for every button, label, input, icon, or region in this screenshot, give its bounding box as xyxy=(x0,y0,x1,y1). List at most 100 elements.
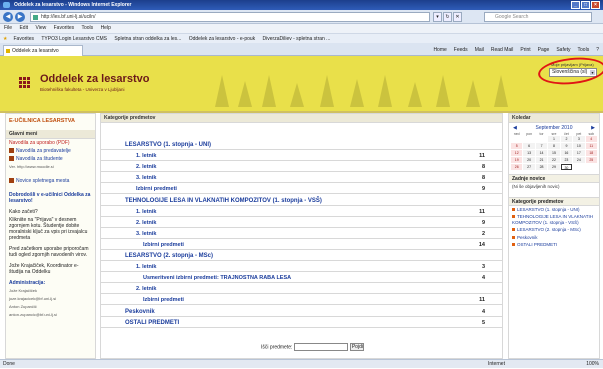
maximize-button[interactable]: □ xyxy=(581,1,590,9)
calendar-heading: Koledar xyxy=(509,114,599,123)
category-link[interactable]: 1. letnik xyxy=(136,151,156,161)
category-link[interactable]: 2. letnik xyxy=(136,162,156,172)
side-category-item[interactable]: TEHNOLOGIJE LESA IN VLAKNATIH KOMPOZITOV… xyxy=(509,213,599,226)
news-text: (Ni še objavljenih novic) xyxy=(512,184,560,189)
close-button[interactable]: × xyxy=(591,1,600,9)
side-category-item[interactable]: LESARSTVO (1. stopnja - UNI) xyxy=(509,206,599,214)
safety-button[interactable]: Safety xyxy=(556,45,570,55)
calendar-day[interactable]: 15 xyxy=(548,150,560,156)
category-link[interactable]: LESARSTVO (1. stopnja - UNI) xyxy=(125,140,211,150)
favorites-button[interactable]: Favorites xyxy=(13,36,34,42)
calendar-day[interactable]: 24 xyxy=(573,157,585,163)
favorite-link[interactable]: TYPO3 Login Lesarstvo CMS xyxy=(41,36,107,42)
teachers-link[interactable]: Navodila za predavatelje xyxy=(16,148,71,154)
calendar-day[interactable]: 9 xyxy=(560,143,573,149)
news-link[interactable]: Novice spletnega mesta xyxy=(16,178,69,184)
calendar-day[interactable]: 3 xyxy=(573,136,585,142)
calendar-day[interactable]: 22 xyxy=(548,157,560,163)
calendar-day[interactable]: 1 xyxy=(548,136,560,142)
calendar-day[interactable]: 27 xyxy=(523,164,535,170)
calendar-day[interactable]: 20 xyxy=(523,157,535,163)
refresh-icon[interactable]: ↻ xyxy=(443,12,452,22)
favorite-link[interactable]: Spletna stran oddelka za les... xyxy=(114,36,181,42)
category-row: LESARSTVO (1. stopnja - UNI) xyxy=(101,140,502,150)
category-link[interactable]: Peskovnik xyxy=(125,307,155,317)
menu-favorites[interactable]: Favorites xyxy=(54,25,75,31)
manual-link[interactable]: Navodila za uporabo (PDF) xyxy=(6,139,95,147)
calendar-day[interactable]: 10 xyxy=(573,143,585,149)
category-link[interactable]: Izbirni predmeti xyxy=(136,184,177,194)
category-link[interactable]: Izbirni predmeti xyxy=(143,240,184,250)
category-link[interactable]: OSTALI PREDMETI xyxy=(125,318,179,328)
calendar-day xyxy=(523,136,534,142)
prev-month-icon[interactable]: ◀ xyxy=(513,125,517,132)
mail-button[interactable]: Mail xyxy=(475,45,484,55)
forward-icon[interactable]: ▶ xyxy=(15,12,25,22)
menu-edit[interactable]: Edit xyxy=(19,25,28,31)
category-link[interactable]: TEHNOLOGIJE LESA IN VLAKNATIH KOMPOZITOV… xyxy=(125,196,322,206)
dropdown-icon[interactable]: ▾ xyxy=(433,12,442,22)
stop-icon[interactable]: ✕ xyxy=(453,12,462,22)
menu-file[interactable]: File xyxy=(4,25,12,31)
category-link[interactable]: 3. letnik xyxy=(136,173,156,183)
menu-view[interactable]: View xyxy=(35,25,46,31)
next-month-icon[interactable]: ▶ xyxy=(591,125,595,132)
help-button[interactable]: ? xyxy=(596,45,599,55)
calendar-day[interactable]: 16 xyxy=(560,150,573,156)
print-button[interactable]: Print xyxy=(520,45,530,55)
favorite-link[interactable]: Oddelek za lesarstvo - e-pouk xyxy=(189,36,255,42)
admin-email[interactable]: anton.zupancic@bf.uni-lj.si xyxy=(6,311,95,319)
minimize-button[interactable]: _ xyxy=(571,1,580,9)
calendar-day[interactable]: 23 xyxy=(560,157,573,163)
favorite-link[interactable]: DiverzaDiliev - spletna stran ... xyxy=(263,36,331,42)
home-button[interactable]: Home xyxy=(433,45,446,55)
calendar-day[interactable]: 28 xyxy=(535,164,548,170)
calendar-day[interactable]: 12 xyxy=(511,150,523,156)
page-button[interactable]: Page xyxy=(538,45,550,55)
calendar-day[interactable]: 6 xyxy=(523,143,535,149)
calendar-day[interactable]: 4 xyxy=(585,136,597,142)
calendar-day[interactable]: 21 xyxy=(535,157,548,163)
calendar-day[interactable]: 2 xyxy=(560,136,573,142)
calendar-day[interactable]: 7 xyxy=(535,143,548,149)
category-link[interactable]: 2. letnik xyxy=(136,218,156,228)
course-count: 8 xyxy=(481,175,485,182)
course-count: 3 xyxy=(481,264,485,271)
course-search-input[interactable] xyxy=(294,343,349,351)
calendar-day[interactable]: 19 xyxy=(511,157,523,163)
menu-help[interactable]: Help xyxy=(101,25,111,31)
calendar-day[interactable]: 17 xyxy=(573,150,585,156)
category-link[interactable]: Izbirni predmeti xyxy=(143,295,184,305)
calendar-day[interactable]: 25 xyxy=(585,157,597,163)
calendar-day[interactable]: 18 xyxy=(585,150,597,156)
search-button[interactable]: Pojdi xyxy=(350,343,365,351)
admin-email[interactable]: joze.krajacicek@bf.uni-lj.si xyxy=(6,295,95,303)
search-input[interactable]: Google Search xyxy=(484,12,592,22)
tab-current[interactable]: Oddelek za lesarstvo xyxy=(3,45,83,56)
calendar-day[interactable]: 13 xyxy=(523,150,535,156)
url-input[interactable]: http://les.bf.uni-lj.si/uciln/ xyxy=(30,12,430,22)
side-category-item[interactable]: OSTALI PREDMETI xyxy=(509,241,599,249)
category-link[interactable]: 1. letnik xyxy=(136,207,156,217)
feeds-button[interactable]: Feeds xyxy=(454,45,468,55)
calendar-day[interactable]: 14 xyxy=(535,150,548,156)
side-category-item[interactable]: LESARSTVO (2. stopnja - MSc) xyxy=(509,226,599,234)
side-category-item[interactable]: Peskovnik xyxy=(509,234,599,242)
calendar-day[interactable]: 26 xyxy=(511,164,523,170)
calendar-day[interactable]: 30 xyxy=(560,164,573,170)
category-link[interactable]: 3. letnik xyxy=(136,229,156,239)
category-link[interactable]: 1. letnik xyxy=(136,262,156,272)
tools-button[interactable]: Tools xyxy=(578,45,590,55)
back-icon[interactable]: ◀ xyxy=(3,12,13,22)
calendar-day[interactable]: 8 xyxy=(548,143,560,149)
students-link[interactable]: Navodila za študente xyxy=(16,156,63,162)
category-link[interactable]: LESARSTVO (2. stopnja - MSc) xyxy=(125,251,213,261)
calendar-day[interactable]: 11 xyxy=(585,143,597,149)
moodle-link[interactable]: Ver. http://www.moodle.si xyxy=(6,163,95,171)
calendar-day[interactable]: 29 xyxy=(548,164,560,170)
calendar-day[interactable]: 5 xyxy=(511,143,523,149)
category-link[interactable]: Usmeritveni izbirni predmeti: TRAJNOSTNA… xyxy=(143,273,291,283)
menu-tools[interactable]: Tools xyxy=(81,25,93,31)
read-mail-button[interactable]: Read Mail xyxy=(491,45,514,55)
category-link[interactable]: 2. letnik xyxy=(136,284,156,294)
